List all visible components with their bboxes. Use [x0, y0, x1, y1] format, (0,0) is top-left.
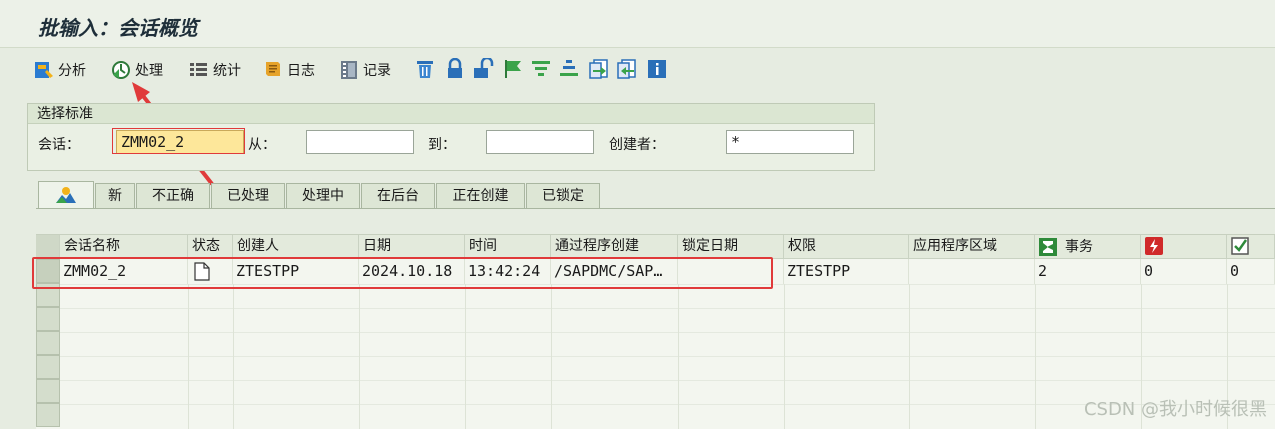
tab-locked[interactable]: 已锁定 [526, 183, 600, 209]
error-icon [1145, 237, 1163, 255]
column-header-errors[interactable] [1141, 235, 1227, 259]
from-field[interactable] [306, 130, 414, 154]
cell-time[interactable]: 13:42:24 [465, 259, 551, 284]
column-header-created-by[interactable]: 创建人 [233, 235, 359, 259]
grid-line [60, 380, 1275, 381]
sum-icon [1039, 237, 1057, 256]
from-label: 从： [248, 137, 276, 153]
process-icon [111, 60, 131, 80]
tab-in-process[interactable]: 处理中 [286, 183, 360, 209]
cell-application-area[interactable] [909, 259, 1035, 284]
cell-transactions[interactable]: 2 [1035, 259, 1141, 284]
process-button[interactable]: 处理 [111, 58, 163, 82]
log-label: 日志 [287, 63, 315, 79]
tab-overview[interactable] [38, 181, 94, 209]
analyze-icon [34, 60, 54, 80]
creator-field[interactable]: * [726, 130, 854, 154]
to-label: 到： [428, 137, 456, 153]
grid-line [909, 284, 910, 429]
analyze-button[interactable]: 分析 [34, 58, 86, 82]
column-header-session-name[interactable]: 会话名称 [60, 235, 188, 259]
selection-criteria-panel: 选择标准 会话： ZMM02_2 从： 到： 创建者： * [27, 103, 875, 171]
grid-line [233, 284, 234, 429]
statistics-button[interactable]: 统计 [189, 58, 241, 82]
grid-line [1035, 284, 1036, 429]
row-selector[interactable] [36, 307, 60, 331]
grid-line [60, 356, 1275, 357]
unlock-icon[interactable] [472, 56, 494, 80]
cell-program[interactable]: /SAPDMC/SAP… [551, 259, 678, 284]
column-header-transactions[interactable]: 事务 [1035, 235, 1141, 259]
document-icon [194, 262, 210, 284]
cell-authorization[interactable]: ZTESTPP [784, 259, 909, 284]
log-icon [263, 60, 283, 80]
grid-line [784, 284, 785, 429]
column-header-authorization[interactable]: 权限 [784, 235, 909, 259]
grid-line [60, 284, 1275, 285]
log-button[interactable]: 日志 [263, 58, 315, 82]
column-header-date[interactable]: 日期 [359, 235, 465, 259]
to-field[interactable] [486, 130, 594, 154]
analyze-label: 分析 [58, 63, 86, 79]
grid-line [465, 284, 466, 429]
row-selector[interactable] [36, 355, 60, 379]
sort-icon[interactable] [558, 58, 580, 80]
lock-icon[interactable] [444, 57, 466, 80]
grid-line [188, 284, 189, 429]
window-title: 批输入：会话概览 [38, 16, 198, 40]
creator-label: 创建者： [609, 137, 665, 153]
column-header-time[interactable]: 时间 [465, 235, 551, 259]
filter-icon[interactable] [530, 58, 552, 80]
selection-criteria-header: 选择标准 [28, 104, 874, 124]
cell-errors[interactable]: 0 [1141, 259, 1227, 284]
grid-line [359, 284, 360, 429]
grid-line [551, 284, 552, 429]
grid-line [60, 308, 1275, 309]
record-label: 记录 [363, 63, 391, 79]
column-header-lock-date[interactable]: 锁定日期 [678, 235, 784, 259]
tab-divider [36, 208, 1275, 209]
title-bar: 批输入：会话概览 [0, 0, 1275, 48]
row-selector[interactable] [36, 259, 60, 283]
tab-incorrect[interactable]: 不正确 [136, 183, 210, 209]
transactions-label: 事务 [1065, 238, 1093, 255]
statistics-label: 统计 [213, 63, 241, 79]
row-selector[interactable] [36, 283, 60, 307]
tab-new[interactable]: 新 [95, 183, 135, 209]
info-icon[interactable] [646, 58, 668, 80]
check-icon [1231, 237, 1249, 255]
row-selector[interactable] [36, 403, 60, 427]
import-icon[interactable] [616, 58, 638, 80]
row-selector[interactable] [36, 331, 60, 355]
column-header-created-by-program[interactable]: 通过程序创建 [551, 235, 678, 259]
cell-lock-date[interactable] [678, 259, 784, 284]
statistics-icon [189, 60, 209, 80]
record-icon [339, 60, 359, 80]
watermark: CSDN @我小时候很黑 [1083, 399, 1267, 420]
column-header-processed[interactable] [1227, 235, 1275, 259]
export-icon[interactable] [588, 58, 610, 80]
record-button[interactable]: 记录 [339, 58, 391, 82]
cell-processed[interactable]: 0 [1227, 259, 1275, 284]
tab-being-created[interactable]: 正在创建 [436, 183, 525, 209]
process-label: 处理 [135, 63, 163, 79]
cell-created-by[interactable]: ZTESTPP [233, 259, 359, 284]
cell-session-name[interactable]: ZMM02_2 [60, 259, 188, 284]
cell-date[interactable]: 2024.10.18 [359, 259, 465, 284]
delete-icon[interactable] [414, 58, 436, 80]
select-all-header[interactable] [36, 235, 60, 259]
grid-line [60, 332, 1275, 333]
row-selector[interactable] [36, 379, 60, 403]
tab-in-background[interactable]: 在后台 [361, 183, 435, 209]
grid-line [678, 284, 679, 429]
cell-status[interactable] [188, 259, 233, 284]
flag-icon[interactable] [502, 58, 524, 80]
column-header-status[interactable]: 状态 [188, 235, 233, 259]
status-tabstrip: 新 不正确 已处理 处理中 在后台 正在创建 已锁定 [36, 181, 1275, 209]
session-label: 会话： [38, 137, 80, 153]
column-header-application-area[interactable]: 应用程序区域 [909, 235, 1035, 259]
tab-processed[interactable]: 已处理 [211, 183, 285, 209]
session-field[interactable]: ZMM02_2 [116, 130, 244, 154]
